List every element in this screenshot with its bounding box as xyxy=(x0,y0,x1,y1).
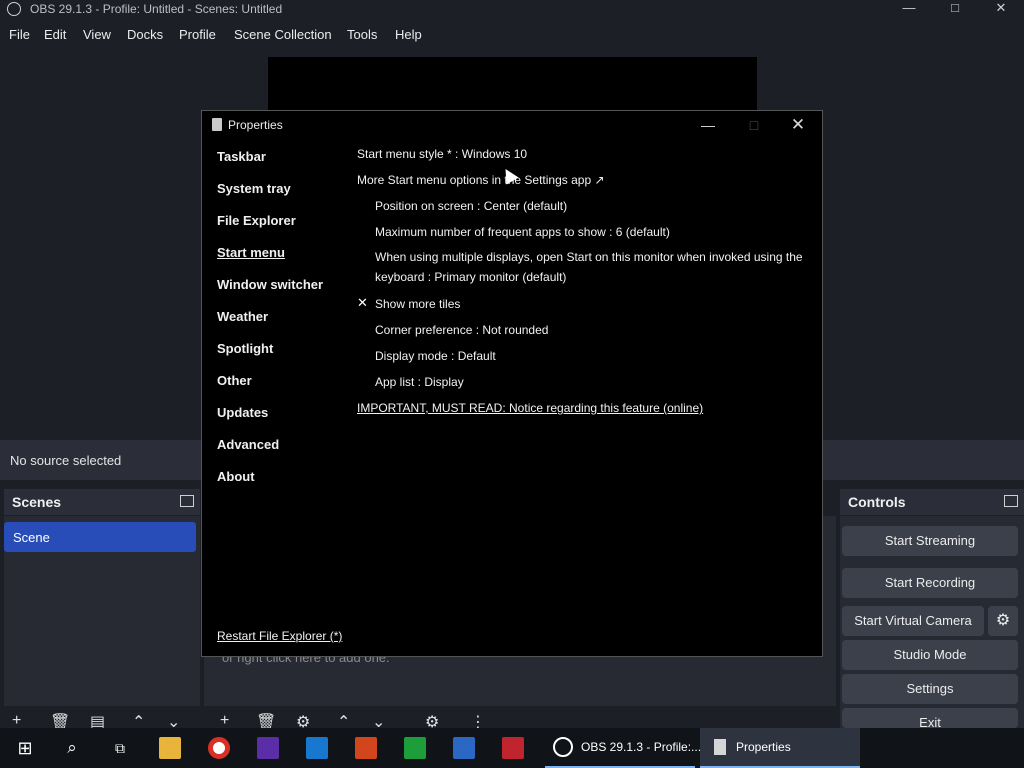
nav-other[interactable]: Other xyxy=(217,373,252,388)
dialog-minimize-button[interactable]: — xyxy=(688,114,728,136)
start-recording-button[interactable]: Start Recording xyxy=(842,568,1018,598)
controls-dock-header: Controls xyxy=(840,489,1024,515)
app-orange-icon[interactable] xyxy=(355,737,377,759)
show-more-tiles-option[interactable]: Show more tiles xyxy=(375,297,460,311)
task-obs-label: OBS 29.1.3 - Profile:... xyxy=(581,740,702,754)
obs-title-bar: OBS 29.1.3 - Profile: Untitled - Scenes:… xyxy=(0,0,1024,20)
nav-window-switcher[interactable]: Window switcher xyxy=(217,277,323,292)
menu-edit[interactable]: Edit xyxy=(44,27,66,42)
more-start-options-link[interactable]: More Start menu options in the Settings … xyxy=(357,173,605,187)
file-explorer-icon[interactable] xyxy=(159,737,181,759)
frequent-apps-option[interactable]: Maximum number of frequent apps to show … xyxy=(375,225,670,239)
important-notice-link[interactable]: IMPORTANT, MUST READ: Notice regarding t… xyxy=(357,401,703,415)
settings-button[interactable]: Settings xyxy=(842,674,1018,704)
app-red-icon[interactable] xyxy=(502,737,524,759)
search-icon[interactable]: ⌕ xyxy=(61,737,83,759)
controls-title: Controls xyxy=(848,494,906,510)
calculator-icon[interactable] xyxy=(404,737,426,759)
display-mode-option[interactable]: Display mode : Default xyxy=(375,349,496,363)
start-virtual-camera-button[interactable]: Start Virtual Camera xyxy=(842,606,984,636)
start-streaming-button[interactable]: Start Streaming xyxy=(842,526,1018,556)
app-blue-icon[interactable] xyxy=(306,737,328,759)
properties-taskbar-icon xyxy=(714,739,726,755)
checkmark-icon[interactable]: ✕ xyxy=(357,295,368,311)
window-title: OBS 29.1.3 - Profile: Untitled - Scenes:… xyxy=(30,2,283,16)
task-view-icon[interactable]: ⧉ xyxy=(109,737,131,759)
nav-advanced[interactable]: Advanced xyxy=(217,437,279,452)
menu-scene-collection[interactable]: Scene Collection xyxy=(234,27,332,42)
obs-taskbar-icon xyxy=(553,737,573,757)
taskbar-task-properties[interactable]: Properties xyxy=(700,728,860,768)
obs-logo-icon xyxy=(7,2,21,16)
nav-spotlight[interactable]: Spotlight xyxy=(217,341,273,356)
menu-file[interactable]: File xyxy=(9,27,30,42)
nav-start-menu[interactable]: Start menu xyxy=(217,245,285,260)
start-windows-icon[interactable]: ⊞ xyxy=(14,737,36,759)
properties-app-icon xyxy=(212,118,222,131)
menu-profile[interactable]: Profile xyxy=(179,27,216,42)
nav-updates[interactable]: Updates xyxy=(217,405,268,420)
exit-button[interactable]: Exit xyxy=(842,708,1018,728)
restart-explorer-link[interactable]: Restart File Explorer (*) xyxy=(217,629,342,643)
menu-help[interactable]: Help xyxy=(395,27,422,42)
minimize-button[interactable]: — xyxy=(886,0,932,20)
dialog-close-button[interactable]: ✕ xyxy=(778,114,818,136)
menu-tools[interactable]: Tools xyxy=(347,27,377,42)
scene-list-item[interactable]: Scene xyxy=(4,522,196,552)
start-menu-style-option[interactable]: Start menu style * : Windows 10 xyxy=(357,147,527,161)
scene-item-label: Scene xyxy=(13,530,50,545)
menu-docks[interactable]: Docks xyxy=(127,27,163,42)
close-button[interactable]: ✕ xyxy=(978,0,1024,20)
app-list-option[interactable]: App list : Display xyxy=(375,375,464,389)
maximize-button[interactable]: □ xyxy=(932,0,978,20)
studio-mode-button[interactable]: Studio Mode xyxy=(842,640,1018,670)
undock-icon[interactable] xyxy=(180,495,194,507)
position-option[interactable]: Position on screen : Center (default) xyxy=(375,199,567,213)
chrome-icon[interactable] xyxy=(208,737,230,759)
undock-icon[interactable] xyxy=(1004,495,1018,507)
nav-about[interactable]: About xyxy=(217,469,255,484)
dialog-title-bar: Properties — □ ✕ xyxy=(202,111,822,139)
corner-preference-option[interactable]: Corner preference : Not rounded xyxy=(375,323,548,337)
no-source-label: No source selected xyxy=(10,453,122,468)
scenes-title: Scenes xyxy=(12,494,62,510)
taskbar-task-obs[interactable]: OBS 29.1.3 - Profile:... xyxy=(545,728,701,768)
nav-system-tray[interactable]: System tray xyxy=(217,181,291,196)
app-blue-2-icon[interactable] xyxy=(453,737,475,759)
menubar: File Edit View Docks Profile Scene Colle… xyxy=(0,22,1024,48)
nav-taskbar[interactable]: Taskbar xyxy=(217,149,266,164)
task-properties-label: Properties xyxy=(736,740,791,754)
virtual-camera-settings-icon[interactable]: ⚙ xyxy=(988,606,1018,636)
properties-dialog: Properties — □ ✕ Taskbar System tray Fil… xyxy=(201,110,823,657)
app-purple-icon[interactable] xyxy=(257,737,279,759)
multi-display-option[interactable]: When using multiple displays, open Start… xyxy=(375,247,805,287)
preview-canvas[interactable] xyxy=(268,57,757,117)
scenes-dock-header: Scenes xyxy=(4,489,200,515)
menu-view[interactable]: View xyxy=(83,27,111,42)
nav-weather[interactable]: Weather xyxy=(217,309,268,324)
nav-file-explorer[interactable]: File Explorer xyxy=(217,213,296,228)
dialog-maximize-button: □ xyxy=(749,117,759,133)
dialog-title: Properties xyxy=(228,118,283,132)
